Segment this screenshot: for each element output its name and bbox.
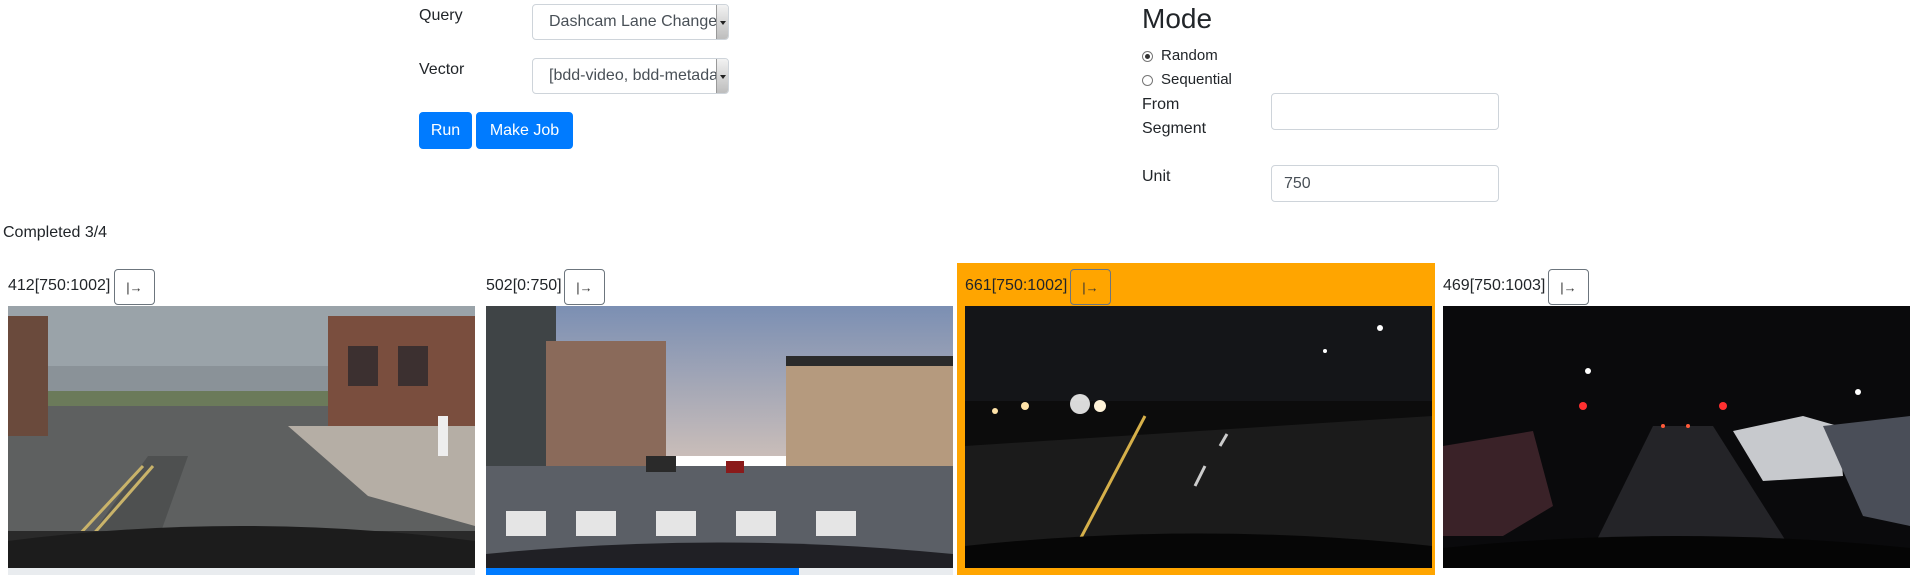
query-label: Query xyxy=(419,7,463,24)
dusk-city-street-thumbnail xyxy=(486,306,953,568)
chevron-down-icon[interactable] xyxy=(716,59,728,93)
random-radio-label[interactable]: Random xyxy=(1161,47,1218,64)
query-select[interactable]: Dashcam Lane Change xyxy=(532,4,729,40)
video-thumbnail[interactable] xyxy=(8,306,475,568)
result-progress xyxy=(486,568,953,575)
from-segment-input[interactable] xyxy=(1271,93,1499,130)
night-highway-thumbnail xyxy=(965,306,1432,568)
video-thumbnail[interactable] xyxy=(486,306,953,568)
query-select-value: Dashcam Lane Change xyxy=(549,13,718,30)
vector-label: Vector xyxy=(419,61,465,78)
run-button[interactable]: Run xyxy=(419,112,472,149)
result-card: 412[750:1002] |→ xyxy=(0,263,478,575)
video-thumbnail[interactable] xyxy=(965,306,1432,568)
day-parking-lot-thumbnail xyxy=(8,306,475,568)
result-card-selected: 661[750:1002] |→ xyxy=(957,263,1435,575)
night-residential-thumbnail xyxy=(1443,306,1910,568)
jump-to-icon[interactable]: |→ xyxy=(564,269,605,305)
unit-input[interactable] xyxy=(1271,165,1499,202)
chevron-down-icon[interactable] xyxy=(716,5,728,39)
progress-fill xyxy=(486,568,799,575)
jump-to-icon[interactable]: |→ xyxy=(1548,269,1589,305)
result-card: 469[750:1003] |→ xyxy=(1435,263,1913,575)
result-card-label: 412[750:1002] xyxy=(8,277,111,294)
vector-select-value: [bdd-video, bdd-metadata] xyxy=(549,67,729,84)
result-progress xyxy=(8,568,475,575)
vector-select[interactable]: [bdd-video, bdd-metadata] xyxy=(532,58,729,94)
result-card-label: 469[750:1003] xyxy=(1443,277,1546,294)
from-segment-label: From Segment xyxy=(1142,96,1207,137)
jump-to-icon[interactable]: |→ xyxy=(1070,269,1111,305)
result-card: 502[0:750] |→ xyxy=(478,263,956,575)
mode-title: Mode xyxy=(1142,3,1213,34)
random-radio[interactable] xyxy=(1142,51,1153,62)
jump-to-icon[interactable]: |→ xyxy=(114,269,155,305)
make-job-button[interactable]: Make Job xyxy=(476,112,573,149)
result-card-label: 661[750:1002] xyxy=(965,277,1068,294)
sequential-radio[interactable] xyxy=(1142,75,1153,86)
sequential-radio-label[interactable]: Sequential xyxy=(1161,71,1232,88)
video-thumbnail[interactable] xyxy=(1443,306,1910,568)
unit-label: Unit xyxy=(1142,168,1171,185)
status-text: Completed 3/4 xyxy=(3,224,108,241)
result-card-label: 502[0:750] xyxy=(486,277,562,294)
